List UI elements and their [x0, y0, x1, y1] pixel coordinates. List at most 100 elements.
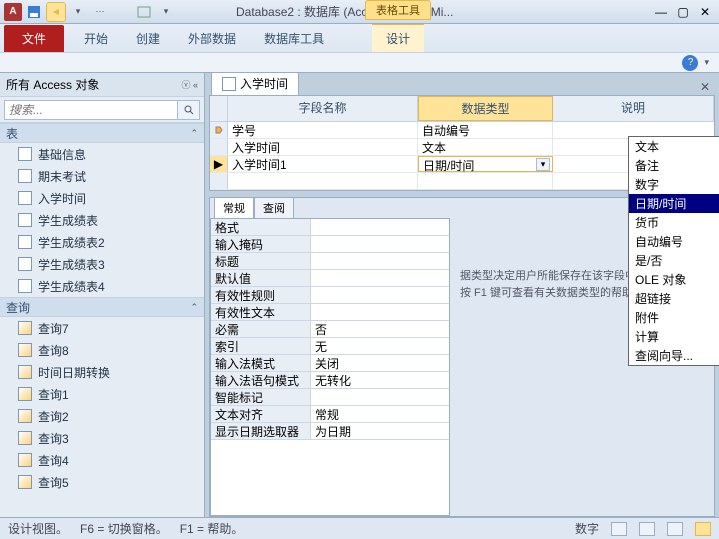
dropdown-option[interactable]: 查阅向导... [629, 346, 719, 365]
dropdown-option[interactable]: 自动编号 [629, 232, 719, 251]
nav-query-item[interactable]: 查询4 [0, 449, 204, 471]
collapse-icon[interactable]: ⌃ [190, 128, 198, 139]
nav-group-queries[interactable]: 查询 [6, 299, 30, 316]
property-row[interactable]: 必需否 [211, 321, 449, 338]
col-description[interactable]: 说明 [553, 96, 714, 121]
view-design-icon[interactable] [695, 522, 711, 536]
row-selector-header[interactable] [210, 96, 228, 121]
row-selector[interactable]: ▶ [210, 156, 228, 172]
tab-database-tools[interactable]: 数据库工具 [250, 25, 338, 52]
ribbon-collapse-icon[interactable]: ▾ [704, 57, 709, 68]
nav-filter-icon[interactable]: ⓥ « [181, 78, 198, 91]
data-type-cell[interactable]: 自动编号 [418, 122, 553, 138]
maximize-icon[interactable]: ▢ [673, 2, 693, 22]
nav-table-item[interactable]: 入学时间 [0, 187, 204, 209]
tab-external-data[interactable]: 外部数据 [174, 25, 250, 52]
nav-query-item[interactable]: 查询7 [0, 317, 204, 339]
close-icon[interactable]: ✕ [695, 2, 715, 22]
row-selector[interactable] [210, 173, 228, 189]
document-close-icon[interactable]: ✕ [697, 79, 713, 95]
nav-group-tables[interactable]: 表 [6, 125, 18, 142]
view-datasheet-icon[interactable] [611, 522, 627, 536]
dropdown-option[interactable]: 是/否 [629, 251, 719, 270]
property-value[interactable]: 无 [311, 338, 449, 354]
nav-query-item[interactable]: 查询8 [0, 339, 204, 361]
tab-create[interactable]: 创建 [122, 25, 174, 52]
field-name-cell[interactable]: 学号 [228, 122, 418, 138]
nav-query-item[interactable]: 查询5 [0, 471, 204, 493]
property-row[interactable]: 输入法语句模式无转化 [211, 372, 449, 389]
row-selector[interactable] [210, 122, 228, 138]
property-value[interactable]: 关闭 [311, 355, 449, 371]
property-row[interactable]: 输入掩码 [211, 236, 449, 253]
undo-icon[interactable] [46, 2, 66, 22]
property-value[interactable] [311, 287, 449, 303]
document-tab[interactable]: 入学时间 [211, 73, 299, 95]
view-pivot-icon[interactable] [639, 522, 655, 536]
property-row[interactable]: 显示日期选取器为日期 [211, 423, 449, 440]
property-row[interactable]: 默认值 [211, 270, 449, 287]
dropdown-option[interactable]: 数字 [629, 175, 719, 194]
data-type-cell[interactable]: 文本 [418, 139, 553, 155]
property-value[interactable]: 为日期 [311, 423, 449, 439]
minimize-icon[interactable]: — [651, 2, 671, 22]
property-value[interactable] [311, 236, 449, 252]
dropdown-option[interactable]: 货币 [629, 213, 719, 232]
qat-dd-icon[interactable]: ▾ [156, 2, 176, 22]
ps-tab-lookup[interactable]: 查阅 [254, 197, 294, 218]
help-icon[interactable]: ? [682, 55, 698, 71]
search-input[interactable] [4, 100, 178, 120]
dropdown-option[interactable]: 附件 [629, 308, 719, 327]
field-name-cell[interactable]: 入学时间1 [228, 156, 418, 172]
col-data-type[interactable]: 数据类型 [418, 96, 553, 121]
row-selector[interactable] [210, 139, 228, 155]
dropdown-arrow-icon[interactable]: ▾ [536, 158, 550, 171]
dropdown-option[interactable]: 备注 [629, 156, 719, 175]
property-value[interactable]: 常规 [311, 406, 449, 422]
property-row[interactable]: 文本对齐常规 [211, 406, 449, 423]
nav-table-item[interactable]: 学生成绩表 [0, 209, 204, 231]
qat-view-icon[interactable] [134, 2, 154, 22]
dropdown-option[interactable]: 计算 [629, 327, 719, 346]
save-icon[interactable] [24, 2, 44, 22]
field-name-cell[interactable]: 入学时间 [228, 139, 418, 155]
property-row[interactable]: 有效性规则 [211, 287, 449, 304]
property-value[interactable] [311, 304, 449, 320]
data-type-cell[interactable]: 日期/时间▾ [418, 156, 553, 172]
property-row[interactable]: 索引无 [211, 338, 449, 355]
ps-tab-general[interactable]: 常规 [214, 197, 254, 218]
tab-file[interactable]: 文件 [4, 25, 64, 52]
property-row[interactable]: 格式 [211, 219, 449, 236]
property-value[interactable]: 否 [311, 321, 449, 337]
nav-query-item[interactable]: 查询2 [0, 405, 204, 427]
dropdown-option[interactable]: 日期/时间 [629, 194, 719, 213]
collapse-icon[interactable]: ⌃ [190, 302, 198, 313]
property-value[interactable] [311, 219, 449, 235]
tab-home[interactable]: 开始 [70, 25, 122, 52]
nav-table-item[interactable]: 基础信息 [0, 143, 204, 165]
nav-table-item[interactable]: 学生成绩表4 [0, 275, 204, 297]
tab-design[interactable]: 设计 [372, 24, 424, 52]
property-value[interactable]: 无转化 [311, 372, 449, 388]
view-chart-icon[interactable] [667, 522, 683, 536]
redo-dropdown-icon[interactable]: ▾ [68, 2, 88, 22]
property-row[interactable]: 智能标记 [211, 389, 449, 406]
property-row[interactable]: 有效性文本 [211, 304, 449, 321]
property-value[interactable] [311, 270, 449, 286]
dropdown-option[interactable]: 超链接 [629, 289, 719, 308]
nav-table-item[interactable]: 期末考试 [0, 165, 204, 187]
nav-table-item[interactable]: 学生成绩表3 [0, 253, 204, 275]
property-row[interactable]: 标题 [211, 253, 449, 270]
col-field-name[interactable]: 字段名称 [228, 96, 418, 121]
qat-more-icon[interactable]: ⋯ [90, 2, 110, 22]
property-value[interactable] [311, 389, 449, 405]
nav-query-item[interactable]: 查询3 [0, 427, 204, 449]
nav-query-item[interactable]: 查询1 [0, 383, 204, 405]
app-icon[interactable]: A [4, 3, 22, 21]
property-grid[interactable]: 格式输入掩码标题默认值有效性规则有效性文本必需否索引无输入法模式关闭输入法语句模… [210, 218, 450, 516]
property-row[interactable]: 输入法模式关闭 [211, 355, 449, 372]
nav-table-item[interactable]: 学生成绩表2 [0, 231, 204, 253]
property-value[interactable] [311, 253, 449, 269]
nav-query-item[interactable]: 时间日期转换 [0, 361, 204, 383]
dropdown-option[interactable]: 文本 [629, 137, 719, 156]
